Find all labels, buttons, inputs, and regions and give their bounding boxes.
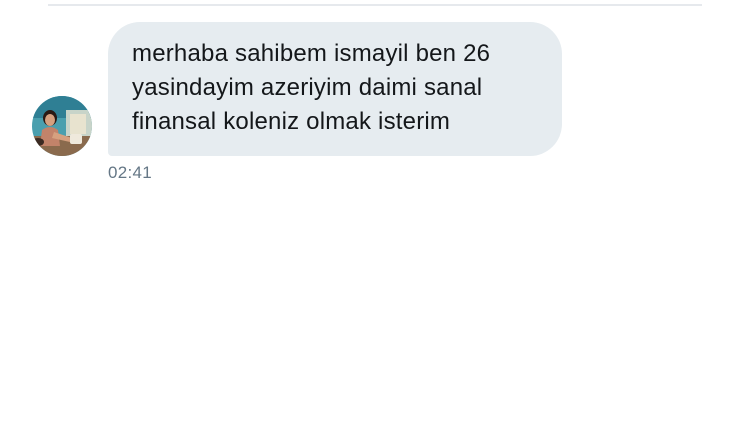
avatar-photo-icon xyxy=(32,96,92,156)
message-row: merhaba sahibem ismayil ben 26 yasindayi… xyxy=(0,0,750,200)
sender-avatar[interactable] xyxy=(32,96,92,156)
message-timestamp: 02:41 xyxy=(108,163,153,182)
message-bubble[interactable]: merhaba sahibem ismayil ben 26 yasindayi… xyxy=(108,22,562,156)
message-text: merhaba sahibem ismayil ben 26 yasindayi… xyxy=(132,40,491,135)
